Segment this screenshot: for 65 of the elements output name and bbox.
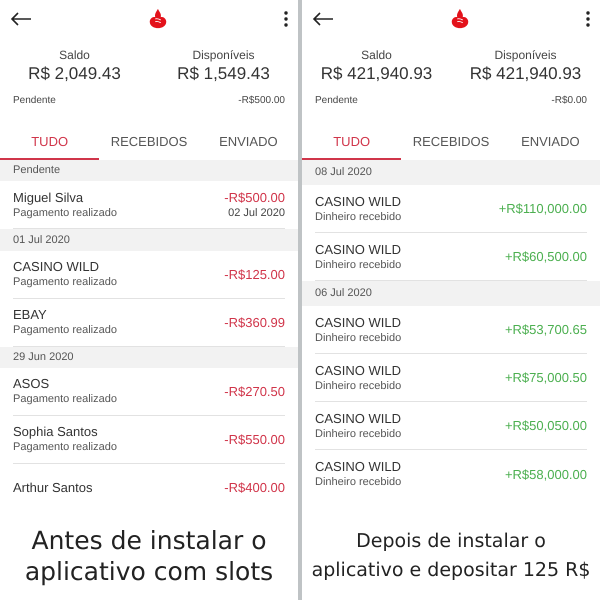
transaction-status: Dinheiro recebido [315, 378, 402, 394]
transaction-name: EBAY [13, 306, 48, 324]
transaction-status: Pagamento realizado [13, 275, 117, 290]
balance-amount: R$ 421,940.93 [320, 63, 432, 85]
pending-amount: -R$0.00 [551, 94, 587, 108]
flame-logo-icon [449, 8, 471, 30]
balance-label: Saldo [361, 47, 392, 63]
filter-tab[interactable]: RECEBIDOS [99, 126, 199, 160]
balance-amount: R$ 2,049.43 [28, 63, 121, 85]
transaction-name: CASINO WILD [315, 362, 402, 378]
date-section-header: 01 Jul 2020 [0, 229, 298, 251]
filter-tab[interactable]: ENVIADO [198, 126, 298, 160]
transaction-amount: -R$125.00 [224, 266, 285, 283]
transaction-amount: +R$53,700.65 [504, 321, 587, 338]
balance-amount: R$ 1,549.43 [177, 63, 270, 85]
transaction-status: Pagamento realizado [13, 392, 117, 408]
transaction-date: 02 Jul 2020 [228, 206, 285, 221]
back-arrow-icon[interactable] [10, 11, 32, 27]
date-section-header: Pendente [0, 160, 298, 182]
transaction-status: Dinheiro recebido [315, 475, 402, 490]
transaction-status: Dinheiro recebido [315, 330, 402, 346]
transaction-status: Pagamento realizado [13, 440, 117, 456]
back-arrow-icon[interactable] [312, 11, 334, 27]
transaction-amount: -R$360.99 [224, 314, 285, 331]
transaction-name: Arthur Santos [13, 479, 92, 496]
transaction-status: Dinheiro recebido [315, 210, 402, 224]
date-section-header: 08 Jul 2020 [302, 160, 600, 185]
date-section-header: 29 Jun 2020 [0, 346, 298, 368]
transaction-amount: -R$500.00 [224, 188, 285, 206]
more-options-icon[interactable] [284, 11, 288, 27]
transaction-status: Pagamento realizado [13, 206, 117, 221]
transaction-amount: -R$400.00 [224, 479, 285, 496]
more-options-icon[interactable] [586, 11, 590, 27]
flame-logo-icon [147, 8, 169, 30]
caption-text: Depois de instalar o aplicativo e depositar 125 R$ [310, 529, 592, 583]
transaction-amount: +R$75,000.50 [504, 369, 587, 386]
balance-label: Disponíveis [494, 47, 556, 63]
transaction-status: Dinheiro recebido [315, 258, 402, 272]
balance-label: Saldo [59, 47, 90, 63]
transaction-name: CASINO WILD [13, 258, 100, 276]
pending-amount: -R$500.00 [238, 94, 285, 108]
filter-tab[interactable]: RECEBIDOS [401, 126, 501, 160]
balance-label: Disponíveis [192, 47, 254, 63]
transaction-amount: -R$550.00 [224, 430, 285, 448]
transaction-amount: -R$270.50 [224, 382, 285, 400]
transaction-name: ASOS [13, 375, 50, 392]
transaction-name: Sophia Santos [13, 423, 99, 440]
caption-text: Antes de instalar o aplicativo com slots [24, 525, 274, 587]
transaction-name: CASINO WILD [315, 314, 402, 330]
balance-amount: R$ 421,940.93 [470, 63, 582, 85]
filter-tab[interactable]: ENVIADO [500, 126, 600, 160]
transaction-name: CASINO WILD [315, 458, 402, 475]
transaction-amount: +R$60,500.00 [504, 248, 587, 265]
transaction-name: CASINO WILD [315, 192, 402, 210]
transaction-amount: +R$50,050.00 [504, 417, 587, 434]
transaction-status: Pagamento realizado [13, 323, 117, 338]
transaction-amount: +R$58,000.00 [504, 466, 587, 482]
date-section-header: 06 Jul 2020 [302, 281, 600, 306]
transaction-name: CASINO WILD [315, 240, 402, 258]
transaction-status: Dinheiro recebido [315, 426, 402, 442]
pending-label: Pendente [13, 94, 56, 108]
transaction-name: Miguel Silva [13, 188, 84, 206]
transaction-amount: +R$110,000.00 [498, 200, 587, 217]
pending-label: Pendente [315, 94, 358, 108]
transaction-name: CASINO WILD [315, 410, 402, 426]
